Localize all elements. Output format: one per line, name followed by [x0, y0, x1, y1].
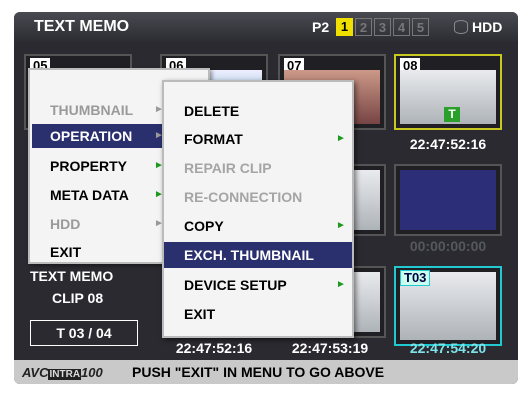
status-bar: AVCINTRA100 PUSH "EXIT" IN MENU TO GO AB…: [14, 360, 518, 384]
slot-5-indicator: 5: [412, 18, 429, 36]
info-memo-count: T 03 / 04: [30, 320, 138, 346]
slot-3-indicator: 3: [374, 18, 391, 36]
submenu-item-device-setup[interactable]: DEVICE SETUP ►: [164, 272, 352, 298]
timecode-08: 22:47:52:16: [409, 136, 487, 152]
operation-submenu: DELETE FORMAT ► REPAIR CLIP RE-CONNECTION…: [162, 80, 354, 338]
menu-item-thumbnail[interactable]: THUMBNAIL ►: [32, 98, 170, 122]
lcd-screen: TEXT MEMO P2 1 2 3 4 5 HDD 05 06 07 08 T…: [14, 12, 518, 384]
title-bar: TEXT MEMO P2 1 2 3 4 5 HDD: [14, 12, 518, 42]
submenu-item-copy[interactable]: COPY ►: [164, 213, 352, 239]
info-clip: CLIP 08: [52, 290, 104, 306]
thumbnail-blank[interactable]: [394, 164, 502, 236]
submenu-arrow-icon: ►: [336, 220, 346, 231]
slot-1-indicator: 1: [336, 18, 353, 36]
text-memo-flag: T: [444, 107, 460, 122]
menu-item-operation[interactable]: OPERATION ►: [32, 124, 170, 148]
text-memo-label: T03: [400, 270, 431, 286]
monitor-bezel: TEXT MEMO P2 1 2 3 4 5 HDD 05 06 07 08 T…: [0, 0, 530, 398]
submenu-arrow-icon: ►: [336, 133, 346, 144]
timecode-row3-b: 22:47:53:19: [291, 340, 369, 356]
empty-preview: [400, 170, 496, 230]
hdd-icon: [454, 20, 468, 34]
slot-4-indicator: 4: [393, 18, 410, 36]
menu-item-property[interactable]: PROPERTY ►: [32, 154, 170, 178]
status-message: PUSH "EXIT" IN MENU TO GO ABOVE: [132, 364, 385, 380]
thumbnail-08[interactable]: 08 T: [394, 54, 502, 130]
submenu-item-repair-clip[interactable]: REPAIR CLIP: [164, 155, 352, 181]
timecode-blank: 00:00:00:00: [409, 238, 487, 254]
menu-item-exit[interactable]: EXIT: [32, 240, 170, 264]
codec-logo: AVCINTRA100: [22, 365, 103, 380]
submenu-item-delete[interactable]: DELETE: [164, 98, 352, 124]
submenu-item-exch-thumbnail[interactable]: EXCH. THUMBNAIL: [164, 242, 352, 268]
submenu-arrow-icon: ►: [336, 279, 346, 290]
timecode-t03: 22:47:54:20: [409, 340, 487, 356]
p2-label: P2: [312, 19, 330, 35]
timecode-row3-a: 22:47:52:16: [175, 340, 253, 356]
info-title: TEXT MEMO: [30, 268, 114, 284]
submenu-item-re-connection[interactable]: RE-CONNECTION: [164, 184, 352, 210]
thumbnail-t03[interactable]: T03: [394, 266, 502, 346]
slot-2-indicator: 2: [355, 18, 372, 36]
menu-item-meta-data[interactable]: META DATA ►: [32, 183, 170, 207]
menu-item-hdd[interactable]: HDD ►: [32, 212, 170, 236]
screen-title: TEXT MEMO: [34, 18, 130, 35]
submenu-item-exit[interactable]: EXIT: [164, 301, 352, 327]
hdd-label: HDD: [472, 19, 503, 35]
submenu-item-format[interactable]: FORMAT ►: [164, 126, 352, 152]
